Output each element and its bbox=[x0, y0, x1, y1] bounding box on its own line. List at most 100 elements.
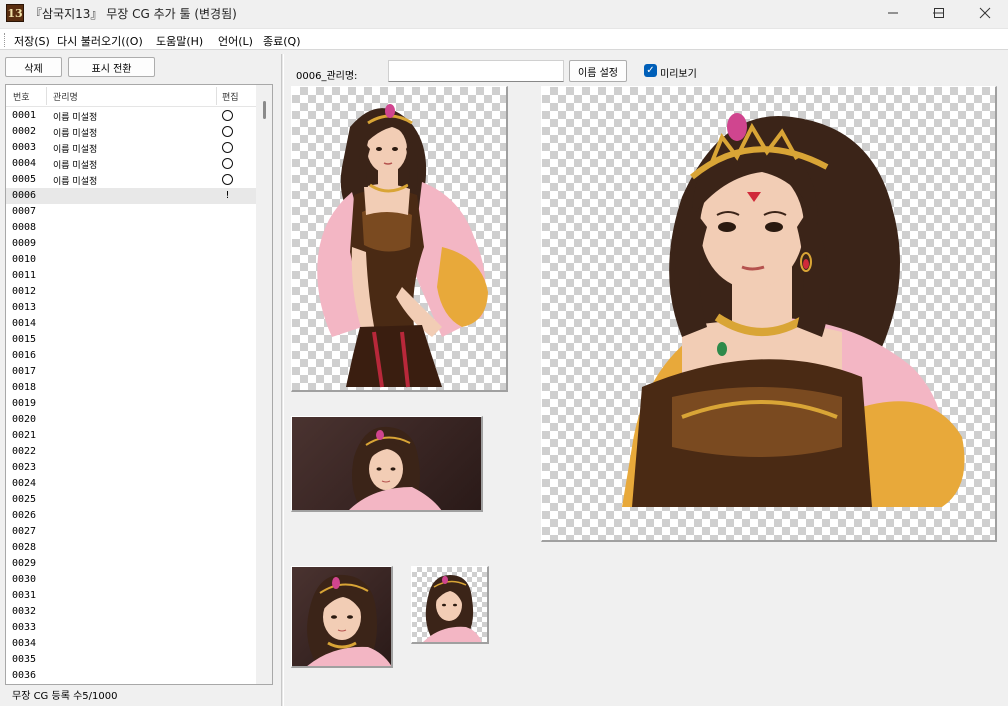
menu-bar: 저장(S) 다시 불러오기((O) 도움말(H) 언어(L) 종료(Q) bbox=[0, 28, 1008, 50]
list-row[interactable]: 0007 bbox=[6, 204, 256, 220]
list-row[interactable]: 0010 bbox=[6, 252, 256, 268]
name-input[interactable] bbox=[388, 60, 564, 82]
preview-checkbox[interactable]: ✓ bbox=[644, 64, 657, 77]
panel-divider[interactable] bbox=[281, 54, 284, 706]
list-row[interactable]: 0017 bbox=[6, 364, 256, 380]
list-row[interactable]: 0015 bbox=[6, 332, 256, 348]
list-row[interactable]: 0033 bbox=[6, 620, 256, 636]
list-row[interactable]: 0024 bbox=[6, 476, 256, 492]
fullbody-figure bbox=[317, 104, 488, 388]
preview-label[interactable]: 미리보기 bbox=[660, 65, 697, 80]
list-row[interactable]: 0031 bbox=[6, 588, 256, 604]
list-row[interactable]: 0034 bbox=[6, 636, 256, 652]
menu-exit[interactable]: 종료(Q) bbox=[263, 33, 300, 49]
list-row[interactable]: 0008 bbox=[6, 220, 256, 236]
list-row[interactable]: 0009 bbox=[6, 236, 256, 252]
list-row[interactable]: 0029 bbox=[6, 556, 256, 572]
row-number: 0018 bbox=[12, 382, 37, 393]
set-name-button[interactable]: 이름 설정 bbox=[569, 60, 627, 82]
list-row[interactable]: 0027 bbox=[6, 524, 256, 540]
list-row[interactable]: 0001 이름 미설정 bbox=[6, 108, 256, 124]
row-number: 0017 bbox=[12, 366, 37, 377]
list-row[interactable]: 0006! bbox=[6, 188, 256, 204]
menu-language[interactable]: 언어(L) bbox=[218, 33, 253, 49]
list-row[interactable]: 0023 bbox=[6, 460, 256, 476]
row-number: 0036 bbox=[12, 670, 37, 681]
list-row[interactable]: 0021 bbox=[6, 428, 256, 444]
delete-button[interactable]: 삭제 bbox=[5, 57, 62, 77]
row-number: 0014 bbox=[12, 318, 37, 329]
status-text: 무장 CG 등록 수5/1000 bbox=[12, 691, 118, 702]
list-row[interactable]: 0011 bbox=[6, 268, 256, 284]
list-row[interactable]: 0036 bbox=[6, 668, 256, 684]
list-row[interactable]: 0005 이름 미설정 bbox=[6, 172, 256, 188]
list-row[interactable]: 0012 bbox=[6, 284, 256, 300]
title-bar: 13 『삼국지13』 무장 CG 추가 툴 (변경됨) bbox=[0, 0, 1008, 26]
row-number: 0012 bbox=[12, 286, 37, 297]
close-icon bbox=[979, 7, 991, 19]
minimize-button-2[interactable] bbox=[871, 0, 915, 26]
list-row[interactable]: 0013 bbox=[6, 300, 256, 316]
row-number: 0008 bbox=[12, 222, 37, 233]
edit-status-circle-icon bbox=[222, 142, 233, 153]
list-row[interactable]: 0026 bbox=[6, 508, 256, 524]
row-number: 0005 bbox=[12, 174, 37, 185]
row-number: 0028 bbox=[12, 542, 37, 553]
portrait-image[interactable] bbox=[291, 566, 393, 668]
list-row[interactable]: 0028 bbox=[6, 540, 256, 556]
maximize-button[interactable] bbox=[917, 0, 961, 26]
row-number: 0023 bbox=[12, 462, 37, 473]
banner-figure bbox=[349, 426, 442, 510]
small-portrait-image[interactable] bbox=[411, 566, 489, 644]
window-title: 『삼국지13』 무장 CG 추가 툴 (변경됨) bbox=[30, 7, 237, 21]
banner-image[interactable] bbox=[291, 416, 483, 512]
preview-figure bbox=[622, 113, 965, 507]
header-separator bbox=[46, 87, 47, 105]
row-number: 0030 bbox=[12, 574, 37, 585]
scrollbar-thumb[interactable] bbox=[263, 101, 266, 119]
list-row[interactable]: 0019 bbox=[6, 396, 256, 412]
fullbody-image[interactable] bbox=[291, 86, 508, 392]
menu-grip bbox=[4, 33, 7, 47]
list-row[interactable]: 0035 bbox=[6, 652, 256, 668]
preview-image-large[interactable] bbox=[541, 86, 997, 542]
small-portrait-figure bbox=[423, 575, 482, 642]
menu-reload[interactable]: 다시 불러오기((O) bbox=[57, 33, 143, 49]
row-number: 0011 bbox=[12, 270, 37, 281]
edit-status-circle-icon bbox=[222, 158, 233, 169]
list-row[interactable]: 0002 이름 미설정 bbox=[6, 124, 256, 140]
list-row[interactable]: 0020 bbox=[6, 412, 256, 428]
list-row[interactable]: 0014 bbox=[6, 316, 256, 332]
list-row[interactable]: 0022 bbox=[6, 444, 256, 460]
list-row[interactable]: 0004 이름 미설정 bbox=[6, 156, 256, 172]
list-row[interactable]: 0016 bbox=[6, 348, 256, 364]
row-number: 0031 bbox=[12, 590, 37, 601]
edit-status-circle-icon bbox=[222, 174, 233, 185]
list-row[interactable]: 0032 bbox=[6, 604, 256, 620]
row-name: 이름 미설정 bbox=[53, 129, 98, 139]
header-name[interactable]: 관리명 bbox=[53, 90, 78, 103]
cg-list[interactable]: 번호 관리명 편집 0001 이름 미설정 0002 이름 미설정 0003 이름 미설정… bbox=[5, 84, 273, 685]
list-row[interactable]: 0025 bbox=[6, 492, 256, 508]
list-row[interactable]: 0018 bbox=[6, 380, 256, 396]
header-edit[interactable]: 편집 bbox=[222, 90, 239, 103]
close-button[interactable] bbox=[963, 0, 1007, 26]
toggle-view-button[interactable]: 표시 전환 bbox=[68, 57, 155, 77]
row-name: 이름 미설정 bbox=[53, 177, 98, 187]
row-number: 0003 bbox=[12, 142, 37, 153]
row-name: 이름 미설정 bbox=[53, 145, 98, 155]
row-number: 0033 bbox=[12, 622, 37, 633]
edit-status-circle-icon bbox=[222, 126, 233, 137]
app-icon: 13 bbox=[6, 4, 24, 22]
row-number: 0007 bbox=[12, 206, 37, 217]
list-row[interactable]: 0030 bbox=[6, 572, 256, 588]
row-number: 0020 bbox=[12, 414, 37, 425]
row-number: 0032 bbox=[12, 606, 37, 617]
row-number: 0026 bbox=[12, 510, 37, 521]
header-number[interactable]: 번호 bbox=[13, 90, 30, 103]
list-row[interactable]: 0003 이름 미설정 bbox=[6, 140, 256, 156]
list-scrollbar[interactable] bbox=[256, 85, 272, 684]
menu-save[interactable]: 저장(S) bbox=[14, 33, 50, 49]
menu-help[interactable]: 도움말(H) bbox=[156, 33, 203, 49]
edit-status-mark: ! bbox=[224, 190, 231, 201]
